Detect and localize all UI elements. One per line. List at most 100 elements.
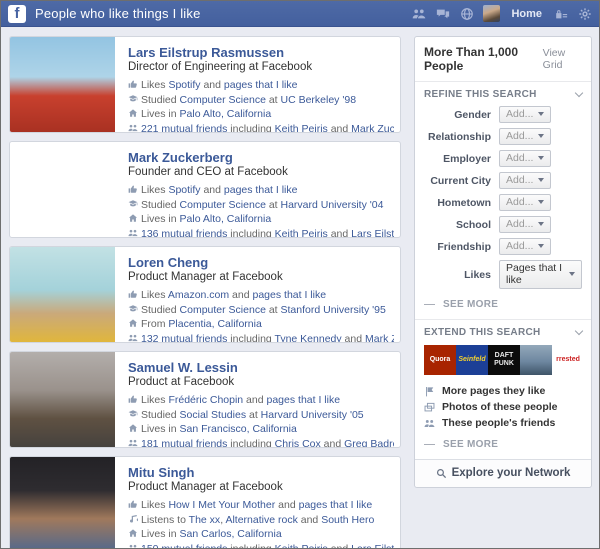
- person-name-link[interactable]: Lars Eilstrup Rasmussen: [128, 45, 394, 60]
- extend-search-header[interactable]: EXTEND THIS SEARCH: [415, 319, 591, 344]
- entity-link[interactable]: The xx: [189, 514, 221, 526]
- facebook-logo[interactable]: f: [8, 5, 26, 23]
- detail-text: at: [266, 199, 281, 211]
- entity-link[interactable]: Lars Eilstrup Rasmussen: [351, 228, 394, 239]
- detail-text: Likes: [141, 289, 168, 301]
- person-photo[interactable]: [10, 352, 115, 447]
- filter-dropdown[interactable]: Add...: [499, 194, 551, 211]
- entity-link[interactable]: 221 mutual friends: [141, 123, 227, 134]
- detail-text: Likes: [141, 499, 168, 511]
- entity-link[interactable]: Frédéric Chopin: [168, 394, 243, 406]
- top-navigation-bar: f People who like things I like Home: [1, 1, 599, 27]
- refine-see-more-link[interactable]: SEE MORE: [415, 294, 591, 319]
- mutual-friends-icon: [128, 333, 141, 344]
- entity-link[interactable]: pages that I like: [253, 289, 327, 301]
- person-details: Likes Frédéric Chopin and pages that I l…: [128, 394, 394, 448]
- entity-link[interactable]: How I Met Your Mother: [168, 499, 275, 511]
- entity-link[interactable]: 181 mutual friends: [141, 438, 227, 449]
- filter-label: Likes: [415, 269, 491, 281]
- entity-link[interactable]: San Francisco, California: [180, 423, 297, 435]
- detail-text: Likes: [141, 394, 168, 406]
- entity-link[interactable]: Stanford University '95: [281, 304, 386, 316]
- filter-dropdown[interactable]: Add...: [499, 216, 551, 233]
- entity-link[interactable]: Computer Science: [180, 199, 266, 211]
- entity-link[interactable]: Greg Badros: [344, 438, 394, 449]
- entity-link[interactable]: pages that I like: [224, 184, 298, 196]
- filter-dropdown[interactable]: Add...: [499, 150, 551, 167]
- person-photo[interactable]: [10, 142, 115, 237]
- filter-dropdown[interactable]: Add...: [499, 128, 551, 145]
- page-thumbnail-seinfeld[interactable]: Seinfeld: [456, 345, 488, 375]
- messages-icon[interactable]: [435, 6, 450, 21]
- extend-link-these-people-s-friends[interactable]: These people's friends: [415, 415, 591, 431]
- person-name-link[interactable]: Loren Cheng: [128, 255, 394, 270]
- entity-link[interactable]: Placentia, California: [168, 318, 261, 330]
- entity-link[interactable]: Mark Zuckerberg: [351, 123, 394, 134]
- person-result-card: Mitu Singh Product Manager at Facebook L…: [9, 456, 401, 549]
- detail-text: Studied: [141, 94, 180, 106]
- entity-link[interactable]: 136 mutual friends: [141, 228, 227, 239]
- privacy-shortcuts-lock-icon[interactable]: [553, 6, 568, 21]
- extend-link-more-pages-they-like[interactable]: More pages they like: [415, 383, 591, 399]
- detail-text: and: [321, 438, 344, 449]
- entity-link[interactable]: Keith Peiris: [275, 228, 328, 239]
- entity-link[interactable]: Spotify: [168, 184, 200, 196]
- entity-link[interactable]: pages that I like: [267, 394, 341, 406]
- entity-link[interactable]: pages that I like: [299, 499, 373, 511]
- entity-link[interactable]: 150 mutual friends: [141, 543, 227, 549]
- page-thumbnail-quora[interactable]: Quora: [424, 345, 456, 375]
- settings-gear-icon[interactable]: [577, 6, 592, 21]
- person-name-link[interactable]: Mitu Singh: [128, 465, 394, 480]
- chevron-down-icon: [538, 156, 544, 160]
- entity-link[interactable]: Social Studies: [180, 409, 247, 421]
- friend-requests-icon[interactable]: [411, 6, 426, 21]
- entity-link[interactable]: Mark Zuckerberg: [365, 333, 394, 344]
- profile-avatar[interactable]: [483, 5, 500, 22]
- entity-link[interactable]: Palo Alto, California: [180, 213, 272, 225]
- filter-dropdown[interactable]: Add...: [499, 172, 551, 189]
- entity-link[interactable]: Harvard University '05: [261, 409, 364, 421]
- page-thumbnail-arrested-development[interactable]: rrested: [552, 345, 584, 375]
- filter-dropdown[interactable]: Add...: [499, 106, 551, 123]
- entity-link[interactable]: South Hero: [321, 514, 374, 526]
- entity-link[interactable]: Keith Peiris: [275, 123, 328, 134]
- person-headline: Founder and CEO at Facebook: [128, 165, 394, 179]
- entity-link[interactable]: Computer Science: [180, 304, 266, 316]
- person-name-link[interactable]: Samuel W. Lessin: [128, 360, 394, 375]
- person-photo[interactable]: [10, 37, 115, 132]
- entity-link[interactable]: Spotify: [168, 79, 200, 91]
- entity-link[interactable]: UC Berkeley '98: [281, 94, 357, 106]
- person-photo[interactable]: [10, 247, 115, 342]
- entity-link[interactable]: 132 mutual friends: [141, 333, 227, 344]
- entity-link[interactable]: Tyne Kennedy: [274, 333, 341, 344]
- entity-link[interactable]: Keith Peiris: [275, 543, 328, 549]
- home-link[interactable]: Home: [511, 8, 542, 20]
- person-name-link[interactable]: Mark Zuckerberg: [128, 150, 394, 165]
- refine-search-header[interactable]: REFINE THIS SEARCH: [415, 81, 591, 106]
- view-grid-link[interactable]: View Grid: [543, 47, 582, 71]
- entity-link[interactable]: Chris Cox: [275, 438, 321, 449]
- notifications-globe-icon[interactable]: [459, 6, 474, 21]
- entity-link[interactable]: Computer Science: [180, 94, 266, 106]
- extend-see-more-link[interactable]: SEE MORE: [415, 431, 591, 459]
- person-details: Likes How I Met Your Mother and pages th…: [128, 499, 394, 549]
- detail-text: at: [266, 304, 281, 316]
- explore-network-button[interactable]: Explore your Network: [415, 459, 591, 487]
- page-thumbnail-daft-punk[interactable]: DAFT PUNK: [488, 345, 520, 375]
- filter-dropdown[interactable]: Pages that I like: [499, 260, 582, 289]
- detail-line: Likes How I Met Your Mother and pages th…: [128, 499, 394, 514]
- person-photo[interactable]: [10, 457, 115, 549]
- music-icon: [128, 514, 141, 529]
- entity-link[interactable]: pages that I like: [224, 79, 298, 91]
- entity-link[interactable]: Lars Eilstrup Rasmussen: [351, 543, 394, 549]
- entity-link[interactable]: Alternative rock: [225, 514, 297, 526]
- dash-icon: [424, 444, 435, 445]
- entity-link[interactable]: Amazon.com: [168, 289, 229, 301]
- filter-dropdown[interactable]: Add...: [499, 238, 551, 255]
- entity-link[interactable]: Harvard University '04: [281, 199, 384, 211]
- search-query-title[interactable]: People who like things I like: [35, 6, 201, 21]
- extend-link-photos-of-these-people[interactable]: Photos of these people: [415, 399, 591, 415]
- entity-link[interactable]: Palo Alto, California: [180, 108, 272, 120]
- page-thumbnail-san-francisco[interactable]: [520, 345, 552, 375]
- entity-link[interactable]: San Carlos, California: [180, 528, 282, 540]
